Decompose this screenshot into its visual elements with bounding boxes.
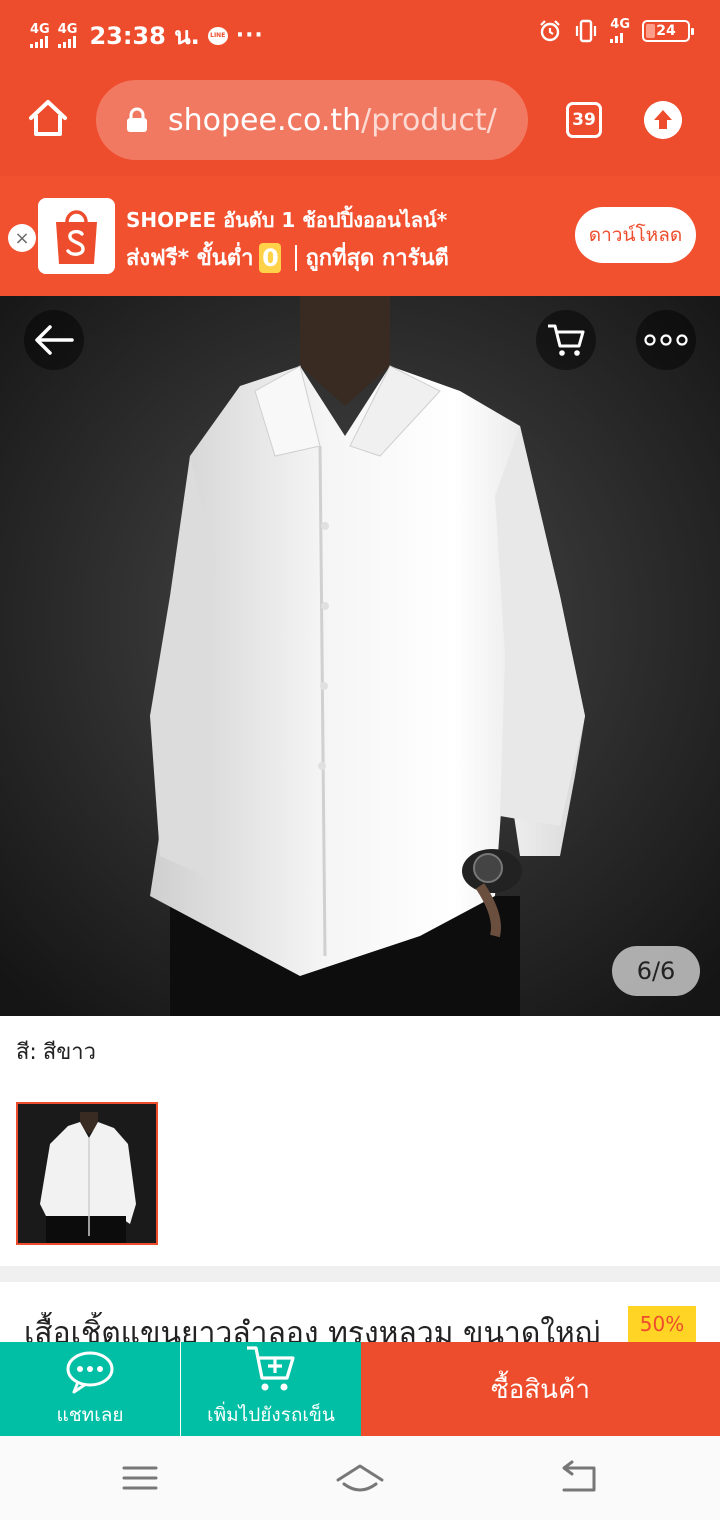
variation-thumbnail[interactable] [16, 1102, 158, 1245]
chat-button[interactable]: แชทเลย [0, 1342, 180, 1436]
sim2-label: 4G [57, 21, 78, 37]
cart-icon [548, 324, 585, 356]
add-to-cart-button[interactable]: เพิ่มไปยังรถเข็น [181, 1342, 361, 1436]
banner-separator [295, 244, 298, 271]
tab-count: 39 [572, 110, 596, 130]
url-path: /product/ [361, 102, 497, 138]
sim1-label: 4G [30, 21, 50, 37]
banner-subline: ส่งฟรี* ขั้นต่ำ 0 ถูกที่สุด การันตี [126, 240, 449, 275]
clock: 23:38 น. [89, 22, 200, 50]
back-nav-icon[interactable] [548, 1458, 608, 1498]
add-to-cart-label: เพิ่มไปยังรถเข็น [207, 1404, 335, 1426]
more-dots-icon [644, 334, 688, 346]
variation-label: สี: [16, 1040, 37, 1065]
cart-button[interactable] [536, 310, 596, 370]
tab-switcher-button[interactable]: 39 [566, 102, 602, 138]
line-app-icon: LINE [207, 26, 228, 45]
status-left: 4G 4G 23:38 น. LINE ··· [30, 16, 264, 55]
arrow-left-icon [35, 325, 74, 355]
product-image[interactable] [0, 296, 720, 1016]
home-icon[interactable] [26, 96, 70, 140]
banner-free-shipping: ส่งฟรี* ขั้นต่ำ [126, 246, 254, 271]
app-install-banner: × SHOPEE อันดับ 1 ช้อปปิ้งออนไลน์* ส่งฟร… [0, 176, 720, 296]
menu-icon[interactable] [110, 1458, 170, 1498]
upload-icon[interactable] [644, 101, 682, 139]
vibrate-icon [576, 19, 597, 43]
bottom-action-bar: แชทเลย เพิ่มไปยังรถเข็น ซื้อสินค้า [0, 1342, 720, 1436]
product-title: เสื้อเชิ้ตแขนยาวลำลอง ทรงหลวม ขนาดใหญ่ [24, 1316, 601, 1344]
status-right: 4G 24 [538, 17, 694, 44]
add-to-cart-icon [247, 1346, 295, 1391]
alarm-icon [540, 20, 561, 42]
more-notifications-icon: ··· [235, 23, 264, 48]
sim1-signal-icon: 4G [30, 21, 50, 48]
network-signal-icon: 4G [610, 17, 630, 43]
banner-headline: SHOPEE อันดับ 1 ช้อปปิ้งออนไลน์* [126, 208, 448, 232]
buy-now-button[interactable]: ซื้อสินค้า [361, 1342, 720, 1436]
more-options-button[interactable] [636, 310, 696, 370]
url-host: shopee.co.th [168, 102, 362, 138]
download-button[interactable]: ดาวน์โหลด [575, 207, 696, 263]
browser-toolbar: shopee.co.th/product/ 39 [0, 66, 720, 176]
page: 4G 4G 23:38 น. LINE ··· 4G 24 shopee.co.… [0, 0, 720, 1520]
product-photo [0, 296, 720, 1016]
battery-icon: 24 [642, 20, 694, 42]
back-button[interactable] [24, 310, 84, 370]
image-counter: 6/6 [612, 946, 700, 996]
sim2-signal-icon: 4G [57, 21, 78, 48]
system-navigation-bar [0, 1436, 720, 1520]
shopee-logo [38, 198, 115, 274]
variation-value: สีขาว [42, 1040, 97, 1065]
chat-label: แชทเลย [56, 1404, 124, 1426]
variation-label-row: สี: สีขาว [16, 1034, 96, 1069]
banner-zero-badge: 0 [259, 242, 282, 273]
section-divider [0, 1266, 720, 1282]
chat-bubble-icon [66, 1351, 114, 1394]
banner-guarantee: ถูกที่สุด การันตี [305, 246, 449, 271]
home-nav-icon[interactable] [330, 1458, 390, 1498]
banner-close-icon[interactable]: × [8, 224, 36, 252]
battery-level: 24 [656, 23, 676, 39]
network-label: 4G [610, 17, 630, 32]
lock-icon [127, 107, 147, 132]
discount-badge: 50% [628, 1306, 696, 1342]
variation-thumbnail-photo [18, 1104, 156, 1243]
status-bar: 4G 4G 23:38 น. LINE ··· 4G 24 [0, 0, 720, 66]
address-bar[interactable]: shopee.co.th/product/ [96, 80, 528, 160]
